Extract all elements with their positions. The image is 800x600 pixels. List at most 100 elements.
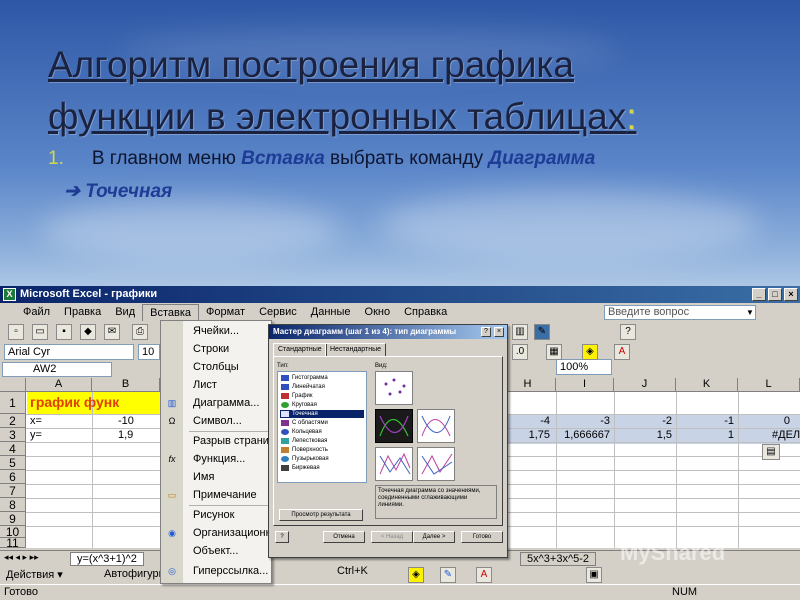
autofill-options-icon[interactable]: ▤ bbox=[762, 444, 780, 460]
cell-j2[interactable]: -2 bbox=[614, 415, 672, 427]
col-header-h[interactable]: H bbox=[500, 378, 556, 392]
save-icon[interactable]: ▪ bbox=[56, 324, 72, 340]
finish-button[interactable]: Готово bbox=[461, 531, 503, 543]
insert-columns-item[interactable]: Столбцы bbox=[193, 361, 239, 373]
wizard-close-button[interactable]: × bbox=[494, 327, 504, 337]
menu-tools[interactable]: Сервис bbox=[252, 304, 304, 321]
row-header[interactable]: 6 bbox=[0, 470, 26, 484]
font-name-select[interactable]: Arial Cyr bbox=[4, 344, 134, 360]
col-header-k[interactable]: K bbox=[676, 378, 738, 392]
cell-a3[interactable]: y= bbox=[30, 429, 90, 441]
row-header[interactable]: 3 bbox=[0, 428, 26, 442]
cancel-button[interactable]: Отмена bbox=[323, 531, 365, 543]
chart-type-item[interactable]: Линейчатая bbox=[280, 383, 364, 391]
insert-comment-item[interactable]: Примечание bbox=[193, 489, 257, 501]
col-header-i[interactable]: I bbox=[556, 378, 614, 392]
back-button[interactable]: < Назад bbox=[371, 531, 413, 543]
menu-edit[interactable]: Правка bbox=[57, 304, 108, 321]
line-color-icon[interactable]: ✎ bbox=[440, 567, 456, 583]
chart-type-item[interactable]: Пузырьковая bbox=[280, 455, 364, 463]
chart-type-item[interactable]: Кольцевая bbox=[280, 428, 364, 436]
autoshapes-button[interactable]: Автофигуры bbox=[104, 568, 167, 580]
fill-color-icon[interactable]: ◈ bbox=[582, 344, 598, 360]
name-box[interactable]: AW2 bbox=[2, 362, 112, 377]
subtype-lines[interactable] bbox=[417, 447, 455, 481]
drawing-icon[interactable]: ✎ bbox=[534, 324, 550, 340]
shadow-icon[interactable]: ▣ bbox=[586, 567, 602, 583]
row-header[interactable]: 4 bbox=[0, 442, 26, 456]
menu-data[interactable]: Данные bbox=[304, 304, 358, 321]
minimize-button[interactable]: _ bbox=[752, 288, 766, 301]
sheet-tab[interactable]: y=(x^3+1)^2 bbox=[70, 552, 144, 566]
chart-type-item[interactable]: Круговая bbox=[280, 401, 364, 409]
menu-help[interactable]: Справка bbox=[397, 304, 454, 321]
cell-k3[interactable]: 1 bbox=[676, 429, 734, 441]
insert-chart-item[interactable]: Диаграмма... bbox=[193, 397, 259, 409]
col-header-j[interactable]: J bbox=[614, 378, 676, 392]
menu-view[interactable]: Вид bbox=[108, 304, 142, 321]
menu-format[interactable]: Формат bbox=[199, 304, 252, 321]
cell-l3[interactable]: #ДЕЛ bbox=[772, 429, 800, 441]
menu-window[interactable]: Окно bbox=[358, 304, 398, 321]
subtype-smoothed[interactable] bbox=[417, 409, 455, 443]
preview-button[interactable]: Просмотр результата bbox=[279, 509, 363, 521]
chart-type-item[interactable]: С областями bbox=[280, 419, 364, 427]
sheet-tab[interactable]: 5x^3+3x^5-2 bbox=[520, 552, 596, 566]
chart-type-item[interactable]: График bbox=[280, 392, 364, 400]
cell-b3[interactable]: 1,9 bbox=[118, 429, 158, 441]
print-icon[interactable]: ⎙ bbox=[132, 324, 148, 340]
tab-scroll-icon[interactable]: ◂◂ ◂ ▸ ▸▸ bbox=[4, 552, 39, 563]
font-size-select[interactable]: 10 bbox=[138, 344, 160, 360]
chart-type-item[interactable]: Поверхность bbox=[280, 446, 364, 454]
help-dropdown-icon[interactable]: ▼ bbox=[746, 308, 754, 317]
subtype-markers-only[interactable] bbox=[375, 371, 413, 405]
permission-icon[interactable]: ◆ bbox=[80, 324, 96, 340]
fill-color-icon[interactable]: ◈ bbox=[408, 567, 424, 583]
tab-custom[interactable]: Нестандартные bbox=[325, 343, 387, 356]
draw-actions-button[interactable]: Действия ▾ bbox=[6, 568, 63, 581]
font-color-icon[interactable]: A bbox=[476, 567, 492, 583]
wizard-help-icon[interactable]: ? bbox=[275, 531, 289, 543]
font-color-icon[interactable]: A bbox=[614, 344, 630, 360]
insert-name-item[interactable]: Имя bbox=[193, 471, 214, 483]
menu-file[interactable]: Файл bbox=[16, 304, 57, 321]
close-button[interactable]: × bbox=[784, 288, 798, 301]
new-icon[interactable]: ▫ bbox=[8, 324, 24, 340]
row-header[interactable]: 9 bbox=[0, 512, 26, 526]
insert-picture-item[interactable]: Рисунок bbox=[193, 509, 235, 521]
subtype-lines-markers[interactable] bbox=[375, 447, 413, 481]
cell-i3[interactable]: 1,666667 bbox=[556, 429, 610, 441]
chart-type-item-scatter[interactable]: Точечная bbox=[280, 410, 364, 418]
row-header[interactable]: 5 bbox=[0, 456, 26, 470]
cell-l2[interactable]: 0 bbox=[738, 415, 790, 427]
row-header[interactable]: 8 bbox=[0, 498, 26, 512]
cell-k2[interactable]: -1 bbox=[676, 415, 734, 427]
wizard-help-button[interactable]: ? bbox=[481, 327, 491, 337]
insert-sheet-item[interactable]: Лист bbox=[193, 379, 217, 391]
cell-i2[interactable]: -3 bbox=[556, 415, 610, 427]
open-icon[interactable]: ▭ bbox=[32, 324, 48, 340]
row-header[interactable]: 7 bbox=[0, 484, 26, 498]
cell-j3[interactable]: 1,5 bbox=[614, 429, 672, 441]
insert-symbol-item[interactable]: Символ... bbox=[193, 415, 242, 427]
chart-type-item[interactable]: Лепестковая bbox=[280, 437, 364, 445]
col-header-b[interactable]: B bbox=[92, 378, 160, 392]
email-icon[interactable]: ✉ bbox=[104, 324, 120, 340]
next-button[interactable]: Далее > bbox=[413, 531, 455, 543]
insert-hyperlink-item[interactable]: Гиперссылка... bbox=[193, 565, 268, 577]
help-icon[interactable]: ? bbox=[620, 324, 636, 340]
cell-b2[interactable]: -10 bbox=[118, 415, 158, 427]
chart-type-item[interactable]: Гистограмма bbox=[280, 374, 364, 382]
row-header[interactable]: 1 bbox=[0, 392, 26, 414]
borders-icon[interactable]: ▦ bbox=[546, 344, 562, 360]
select-all-corner[interactable] bbox=[0, 378, 26, 392]
row-header[interactable]: 11 bbox=[0, 537, 26, 549]
insert-cells-item[interactable]: Ячейки... bbox=[193, 325, 239, 337]
col-header-l[interactable]: L bbox=[738, 378, 800, 392]
subtype-smoothed-markers[interactable] bbox=[375, 409, 413, 443]
insert-rows-item[interactable]: Строки bbox=[193, 343, 229, 355]
row-header[interactable]: 2 bbox=[0, 414, 26, 428]
cell-a2[interactable]: x= bbox=[30, 415, 90, 427]
insert-object-item[interactable]: Объект... bbox=[193, 545, 238, 557]
insert-function-item[interactable]: Функция... bbox=[193, 453, 245, 465]
